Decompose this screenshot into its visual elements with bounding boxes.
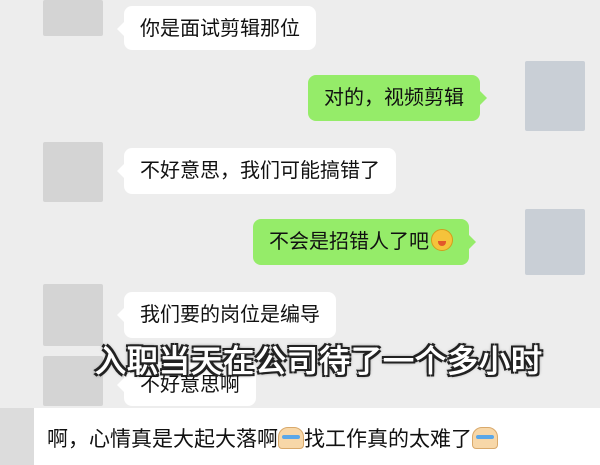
message-text: 对的，视频剪辑 <box>324 85 464 109</box>
message-bubble-incoming[interactable]: 你是面试剪辑那位 <box>117 6 316 50</box>
video-subtitle-overlay: 入职当天在公司待了一个多小时 <box>95 344 543 380</box>
message-bubble-outgoing[interactable]: 对的，视频剪辑 <box>308 75 487 121</box>
message-text: 我们要的岗位是编导 <box>140 302 320 326</box>
contact-avatar[interactable] <box>43 0 103 36</box>
grimacing-face-icon <box>431 229 453 251</box>
message-text: 不会是招错人了吧 <box>269 229 429 253</box>
crying-face-icon <box>472 427 498 449</box>
message-text: 不好意思，我们可能搞错了 <box>140 158 380 182</box>
contact-avatar[interactable] <box>43 284 103 346</box>
message-bubble-outgoing[interactable]: 不会是招错人了吧 <box>253 219 476 265</box>
caption-bar: 啊，心情真是大起大落啊 找工作真的太难了 <box>0 408 600 465</box>
caption-left-strip <box>0 408 34 465</box>
contact-avatar[interactable] <box>43 142 103 202</box>
crying-face-icon <box>278 427 304 449</box>
user-avatar[interactable] <box>525 209 585 275</box>
message-text: 你是面试剪辑那位 <box>140 16 300 40</box>
user-avatar[interactable] <box>525 61 585 131</box>
caption-text-1: 啊，心情真是大起大落啊 <box>47 427 278 451</box>
message-bubble-incoming[interactable]: 不好意思，我们可能搞错了 <box>117 148 396 194</box>
message-bubble-incoming[interactable]: 我们要的岗位是编导 <box>117 292 336 338</box>
contact-avatar[interactable] <box>43 356 103 406</box>
caption-text-2: 找工作真的太难了 <box>304 427 472 451</box>
